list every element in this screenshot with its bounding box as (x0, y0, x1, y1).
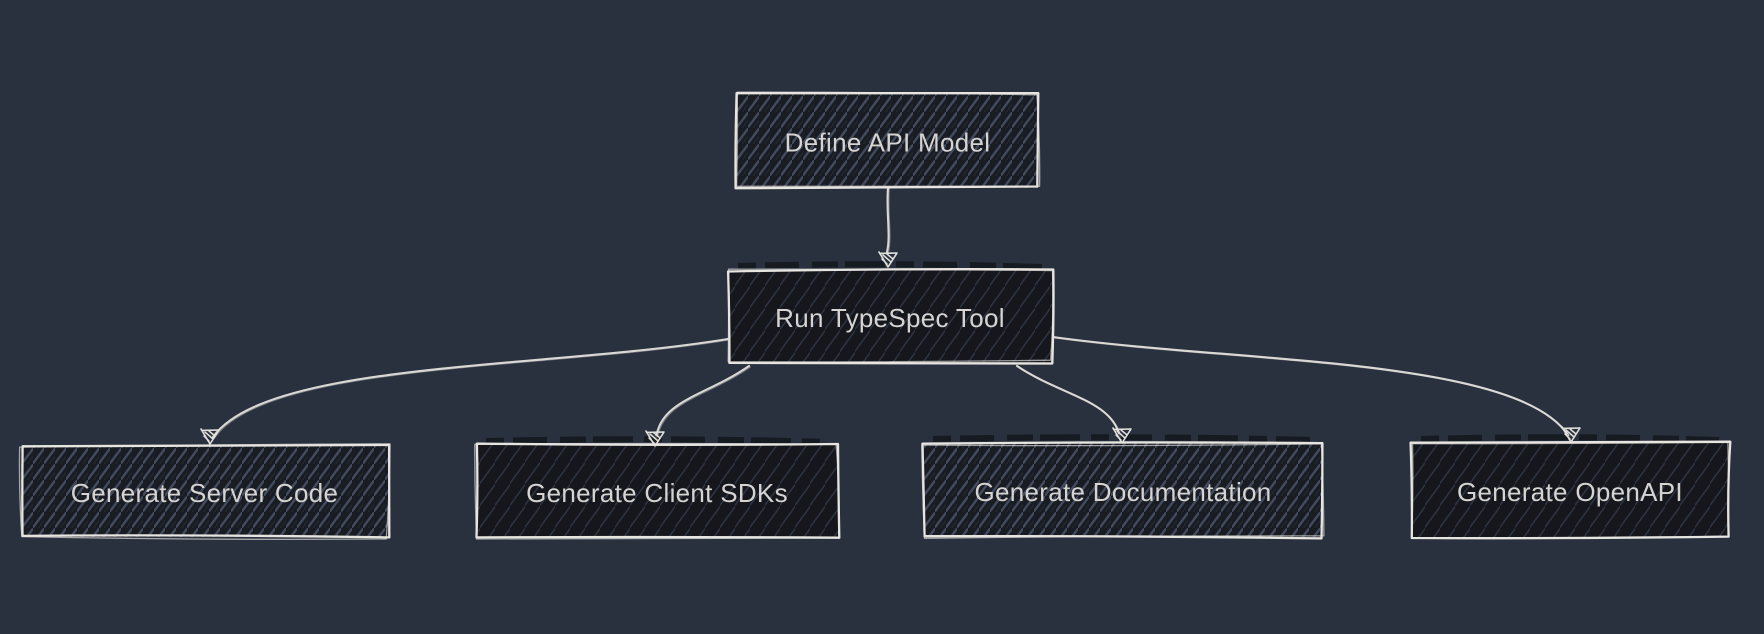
flow-node-generate-openapi: Generate OpenAPI (1411, 437, 1731, 538)
flow-node-generate-documentation: Generate Documentation (922, 437, 1324, 538)
flow-node-generate-client-sdks: Generate Client SDKs (475, 439, 840, 539)
node-label: Generate Client SDKs (526, 478, 788, 508)
node-label: Generate Documentation (974, 477, 1271, 507)
flow-node-run-typespec-tool: Run TypeSpec Tool (728, 264, 1054, 363)
edge-B-C (213, 339, 729, 438)
flow-node-define-api-model: Define API Model (736, 92, 1040, 188)
edge-B-F (1053, 337, 1569, 436)
edge-B-D (656, 366, 750, 440)
edge-B-E (1017, 366, 1121, 438)
flow-node-generate-server-code: Generate Server Code (19, 444, 390, 540)
arrowhead-B-C (201, 429, 219, 444)
hatch-overshoot-scribble (933, 437, 1313, 440)
node-label: Generate Server Code (71, 478, 339, 508)
node-label: Define API Model (785, 128, 991, 158)
edge-A-B (887, 188, 890, 253)
diagram-canvas: Define API Model Run TypeSpec Tool Generat… (0, 0, 1764, 634)
flowchart-svg: Define API Model Run TypeSpec Tool Generat… (0, 0, 1764, 634)
node-label: Run TypeSpec Tool (775, 303, 1005, 333)
node-label: Generate OpenAPI (1457, 477, 1683, 507)
